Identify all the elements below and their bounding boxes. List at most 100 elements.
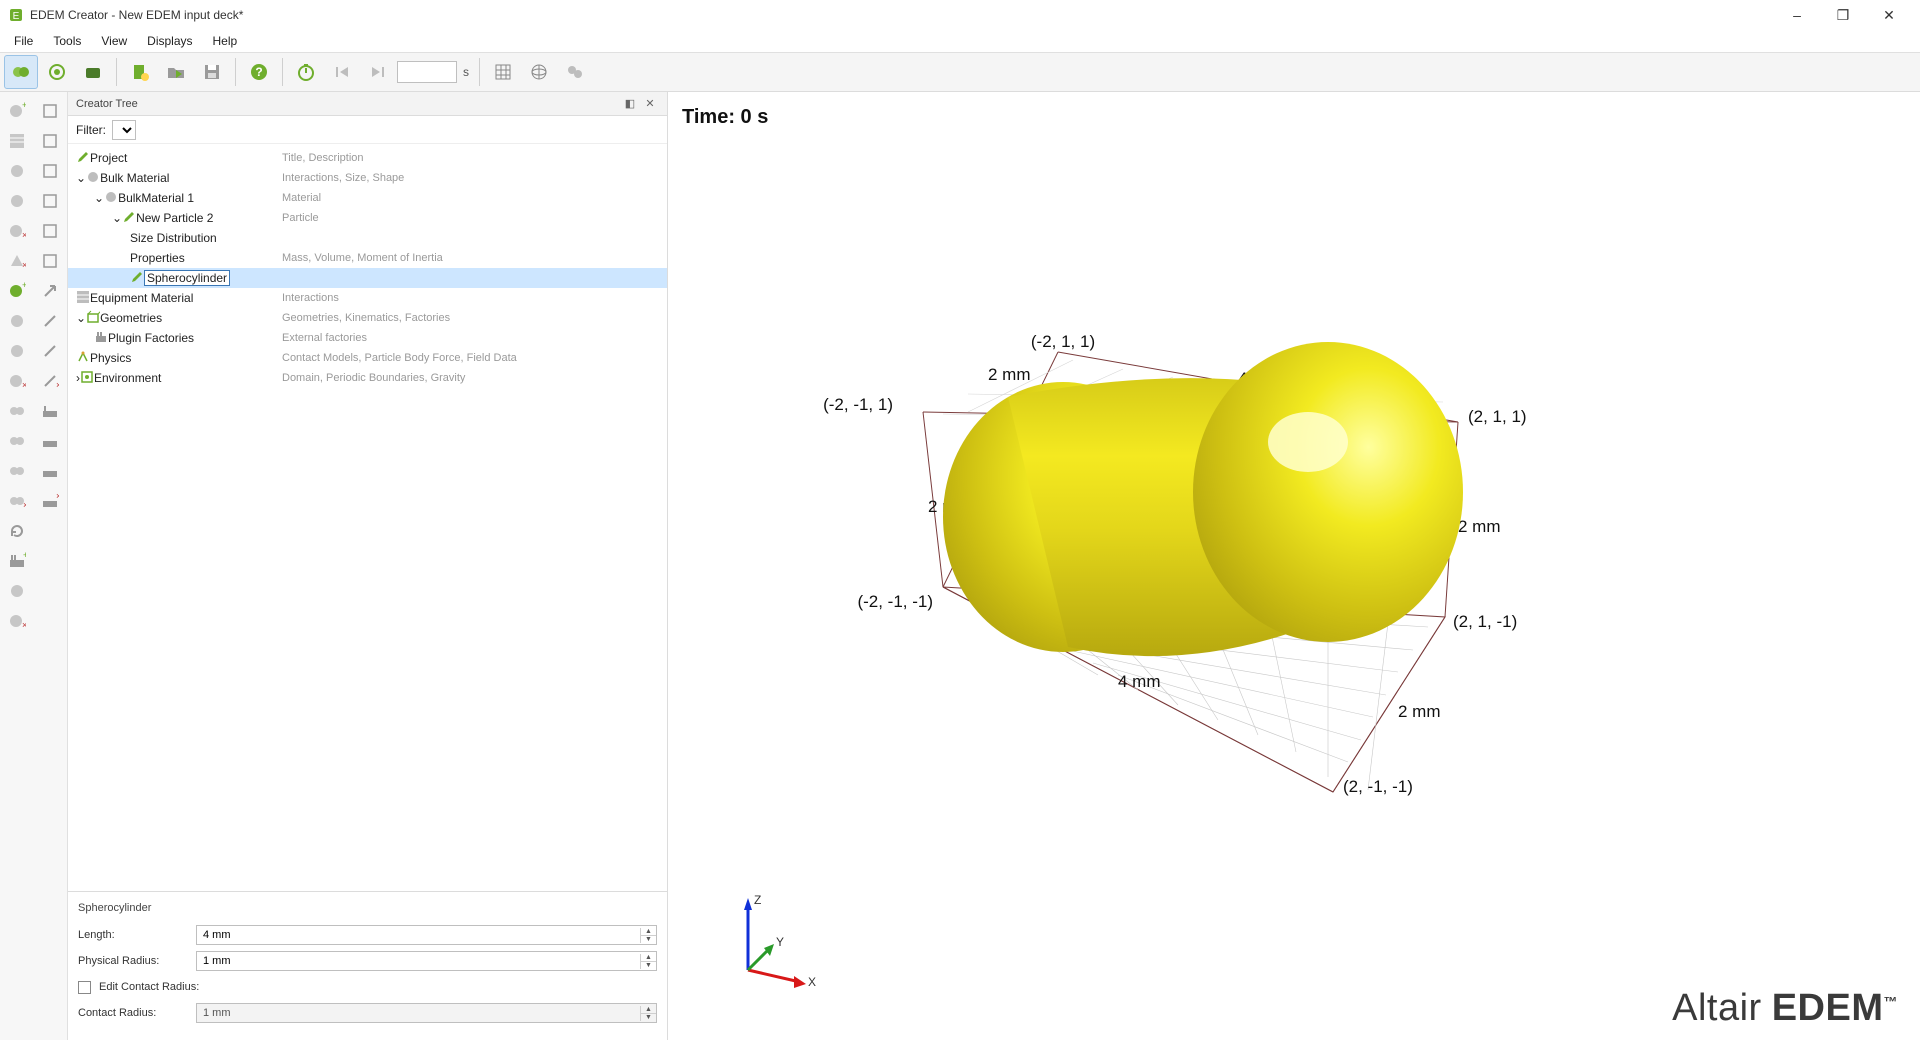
spin-down-icon[interactable]: ▼ xyxy=(641,936,656,943)
creator-tree[interactable]: ProjectTitle, Description⌄Bulk MaterialI… xyxy=(68,144,667,891)
grid-toggle-button[interactable] xyxy=(486,55,520,89)
lt-sphere-x-icon[interactable]: × xyxy=(2,216,32,246)
lt-pair-icon-3[interactable] xyxy=(2,456,32,486)
lt-arrow-up-icon[interactable] xyxy=(35,276,65,306)
svg-text:(-2, 1, 1): (-2, 1, 1) xyxy=(1031,332,1095,351)
lt-sphere-grey-icon[interactable] xyxy=(2,156,32,186)
svg-text:X: X xyxy=(808,975,816,989)
lt-box-icon-2[interactable] xyxy=(35,126,65,156)
lt-arrow-x-icon[interactable]: × xyxy=(35,366,65,396)
tree-item-plugin-factories[interactable]: Plugin Factories xyxy=(68,328,278,348)
tree-item-physics[interactable]: Physics xyxy=(68,348,278,368)
panel-close-button[interactable]: ✕ xyxy=(641,95,659,113)
lt-grey-x-icon[interactable]: × xyxy=(2,366,32,396)
lt-box-icon-3[interactable] xyxy=(35,156,65,186)
main-toolbar: ? s xyxy=(0,52,1920,92)
panel-undock-button[interactable]: ◧ xyxy=(621,95,639,113)
length-label: Length: xyxy=(78,929,188,941)
lt-box-icon-4[interactable] xyxy=(35,186,65,216)
tree-twisty-icon[interactable]: ⌄ xyxy=(76,171,86,185)
lt-pair-icon[interactable] xyxy=(2,396,32,426)
new-button[interactable] xyxy=(123,55,157,89)
svg-text:×: × xyxy=(23,500,26,510)
edit-contact-radius-label: Edit Contact Radius: xyxy=(99,981,199,993)
title-bar: E EDEM Creator - New EDEM input deck* – … xyxy=(0,0,1920,30)
tree-item-project[interactable]: Project xyxy=(68,148,278,168)
spin-down-icon[interactable]: ▼ xyxy=(641,962,656,969)
viewport-3d[interactable]: Time: 0 s xyxy=(668,92,1920,1040)
lt-refresh-icon[interactable] xyxy=(2,516,32,546)
physical-radius-input[interactable]: ▲▼ xyxy=(196,951,657,971)
open-button[interactable] xyxy=(159,55,193,89)
menu-displays[interactable]: Displays xyxy=(139,32,200,50)
tree-label: New Particle 2 xyxy=(136,211,213,225)
tree-item-geometries[interactable]: ⌄Geometries xyxy=(68,308,278,328)
particles-toggle-button[interactable] xyxy=(558,55,592,89)
filter-label: Filter: xyxy=(76,123,106,137)
tree-item-properties[interactable]: Properties xyxy=(68,248,278,268)
lt-ind-icon[interactable] xyxy=(35,396,65,426)
tree-description: Title, Description xyxy=(278,148,667,168)
filter-select[interactable] xyxy=(112,120,136,140)
tree-item-spherocylinder[interactable]: Spherocylinder xyxy=(68,268,278,288)
analyst-mode-button[interactable] xyxy=(76,55,110,89)
tree-twisty-icon[interactable]: ⌄ xyxy=(94,191,104,205)
tree-twisty-icon[interactable]: ⌄ xyxy=(112,211,122,225)
edit-contact-radius-checkbox[interactable] xyxy=(78,981,91,994)
window-close-button[interactable]: ✕ xyxy=(1866,0,1912,30)
tree-description xyxy=(278,268,667,288)
creator-mode-button[interactable] xyxy=(4,55,38,89)
lt-pair-icon-2[interactable] xyxy=(2,426,32,456)
lt-arrow-up3-icon[interactable] xyxy=(35,336,65,366)
lt-grey-icon-2[interactable] xyxy=(2,336,32,366)
lt-box-icon[interactable] xyxy=(35,96,65,126)
lt-add-sphere-icon[interactable]: + xyxy=(2,96,32,126)
tree-item-new-particle-2[interactable]: ⌄ New Particle 2 xyxy=(68,208,278,228)
env-icon xyxy=(80,370,94,387)
lt-ind-icon-3[interactable] xyxy=(35,456,65,486)
lt-box-icon-6[interactable] xyxy=(35,246,65,276)
svg-text:×: × xyxy=(56,380,59,390)
lt-grey-icon-3[interactable] xyxy=(2,576,32,606)
tree-label: Environment xyxy=(94,371,161,385)
lt-grey-x2-icon[interactable]: × xyxy=(2,606,32,636)
lt-tri-x-icon[interactable]: × xyxy=(2,246,32,276)
tree-item-bulk-material[interactable]: ⌄Bulk Material xyxy=(68,168,278,188)
spin-up-icon[interactable]: ▲ xyxy=(641,954,656,962)
lt-sphere-grey2-icon[interactable] xyxy=(2,186,32,216)
tree-item-bulkmaterial-1[interactable]: ⌄BulkMaterial 1 xyxy=(68,188,278,208)
lt-ind-icon-2[interactable] xyxy=(35,426,65,456)
menu-help[interactable]: Help xyxy=(205,32,246,50)
lt-ind-x-icon[interactable]: × xyxy=(35,486,65,516)
lt-grey-icon-1[interactable] xyxy=(2,306,32,336)
menu-tools[interactable]: Tools xyxy=(45,32,89,50)
tree-item-environment[interactable]: ›Environment xyxy=(68,368,278,388)
globe-toggle-button[interactable] xyxy=(522,55,556,89)
tree-twisty-icon[interactable]: ⌄ xyxy=(76,311,86,325)
menu-view[interactable]: View xyxy=(93,32,135,50)
step-back-button[interactable] xyxy=(325,55,359,89)
simulator-mode-button[interactable] xyxy=(40,55,74,89)
tree-description: Contact Models, Particle Body Force, Fie… xyxy=(278,348,667,368)
tree-item-equipment-material[interactable]: Equipment Material xyxy=(68,288,278,308)
lt-pair-x-icon[interactable]: × xyxy=(2,486,32,516)
svg-text:?: ? xyxy=(255,65,262,79)
timer-button[interactable] xyxy=(289,55,323,89)
lt-box-icon-5[interactable] xyxy=(35,216,65,246)
step-forward-button[interactable] xyxy=(361,55,395,89)
help-button[interactable]: ? xyxy=(242,55,276,89)
time-field[interactable] xyxy=(397,61,457,83)
lt-arrow-up2-icon[interactable] xyxy=(35,306,65,336)
lt-add-green-sphere-icon[interactable]: + xyxy=(2,276,32,306)
pencil-icon xyxy=(130,270,144,287)
lt-factory-icon[interactable]: + xyxy=(2,546,32,576)
window-maximize-button[interactable]: ❐ xyxy=(1820,0,1866,30)
lt-hatch-icon[interactable] xyxy=(2,126,32,156)
save-button[interactable] xyxy=(195,55,229,89)
tree-item-size-distribution[interactable]: Size Distribution xyxy=(68,228,278,248)
menu-file[interactable]: File xyxy=(6,32,41,50)
spin-up-icon[interactable]: ▲ xyxy=(641,928,656,936)
axis-gizmo: Z X Y xyxy=(728,890,808,980)
window-minimize-button[interactable]: – xyxy=(1774,0,1820,30)
length-input[interactable]: ▲▼ xyxy=(196,925,657,945)
